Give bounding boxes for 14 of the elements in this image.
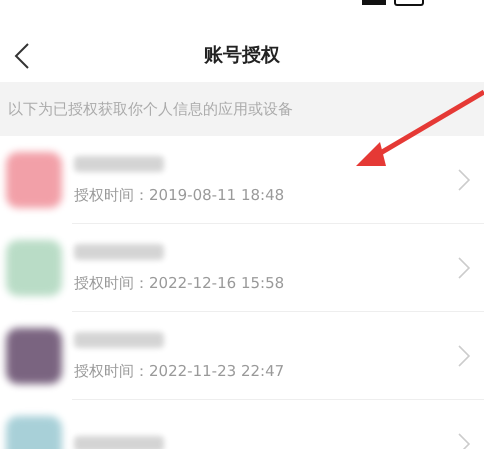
auth-time: 授权时间：2019-08-11 18:48 xyxy=(74,186,286,204)
chevron-icon xyxy=(458,169,470,191)
chevron-icon xyxy=(458,433,470,449)
auth-time: 授权时间：2022-12-16 15:58 xyxy=(74,274,286,292)
battery-icon xyxy=(394,0,424,6)
auth-time: 授权时间：2022-11-23 22:47 xyxy=(74,362,286,380)
app-list-item[interactable]: 授权时间：2019-08-11 18:48 xyxy=(0,136,484,224)
back-icon[interactable] xyxy=(14,43,30,69)
app-list-item[interactable]: 授权时间：2022-11-23 22:47 xyxy=(0,312,484,400)
chevron-icon xyxy=(458,345,470,367)
page-title: 账号授权 xyxy=(204,43,280,68)
notice-text: 以下为已授权获取你个人信息的应用或设备 xyxy=(8,100,293,118)
chevron-icon xyxy=(458,257,470,279)
app-list-item[interactable]: 授权时间：2022-12-16 15:58 xyxy=(0,224,484,312)
